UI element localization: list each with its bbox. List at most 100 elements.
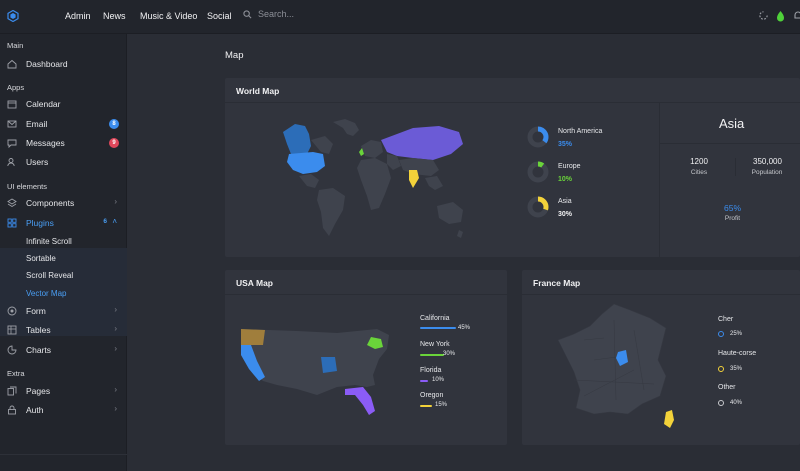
usa-legend-bar-oregon [420,405,432,407]
search-box[interactable] [243,9,378,19]
submenu-sortable[interactable]: Sortable [26,254,56,263]
bell-icon[interactable] [793,10,800,21]
usa-legend-pct-new-york: 30% [443,351,456,357]
stats-region-title: Asia [719,116,745,131]
card-divider [225,294,507,295]
europe-donut [527,161,549,183]
submenu-vector-map[interactable]: Vector Map [26,289,66,298]
region-label-north-america: North America [558,128,603,135]
usa-legend-bar-new-york [420,354,444,356]
nav-news[interactable]: News [103,11,126,21]
sidebar-item-dashboard[interactable]: Dashboard [0,55,127,73]
sidebar-item-form[interactable]: Form › [0,302,127,320]
ring-marker-icon [718,366,724,372]
card-title: World Map [236,86,280,96]
sidebar-item-calendar[interactable]: Calendar [0,95,127,113]
stat-cities-value: 1200 [690,157,708,166]
usa-vector-map[interactable] [237,325,397,420]
chevron-up-icon: ˄ [112,217,117,226]
nav-admin[interactable]: Admin [65,11,91,21]
search-input[interactable] [258,9,378,19]
section-label-apps: Apps [7,83,25,92]
page-title: Map [225,50,244,61]
sidebar-item-label: Charts [26,345,52,355]
email-count-badge: 8 [109,119,119,129]
refresh-icon[interactable] [758,10,769,21]
chevron-right-icon: › [114,197,117,206]
sidebar-item-pages[interactable]: Pages › [0,382,127,400]
circle-target-icon [7,306,17,316]
chat-icon [7,139,17,148]
sidebar-item-plugins[interactable]: Plugins 6 ˄ [0,214,127,232]
sidebar-item-label: Components [26,198,75,208]
sidebar-item-charts[interactable]: Charts › [0,341,127,359]
stat-population-label: Population [751,169,783,176]
layers-icon [7,198,17,208]
world-map-card: World Map North America 35% Europe 10% A… [225,78,800,257]
usa-legend-bar-florida [420,380,428,382]
sidebar-item-messages[interactable]: Messages 9 [0,134,127,152]
region-label-asia: Asia [558,198,572,205]
usa-legend-name-florida: Florida [420,367,442,374]
sidebar-item-users[interactable]: Users [0,153,127,171]
hexagon-logo-icon[interactable] [7,10,19,22]
nav-social[interactable]: Social [207,11,232,21]
sidebar-item-label: Form [26,306,46,316]
card-divider [225,102,800,103]
france-vector-map[interactable] [554,300,684,430]
card-title: France Map [533,278,581,288]
chevron-right-icon: › [114,305,117,314]
france-map-card: France Map Cher 25% Haute-corse 35% Othe… [522,270,800,445]
ring-marker-icon [718,331,724,337]
usa-legend-pct-california: 45% [458,325,471,331]
search-icon [243,9,252,18]
sidebar-item-label: Plugins [26,218,54,228]
france-legend-name-cher: Cher [718,316,734,323]
sidebar-item-label: Messages [26,138,65,148]
nav-music-video[interactable]: Music & Video [140,11,197,21]
france-legend-name-haute-corse: Haute-corse [718,350,757,357]
france-legend-pct-cher: 25% [730,331,743,337]
chevron-right-icon: › [114,344,117,353]
stat-population-value: 350,000 [753,157,782,166]
chevron-right-icon: › [114,324,117,333]
top-bar: Admin News Music & Video Social [0,0,800,34]
region-pct-europe: 10% [558,176,573,183]
sidebar-item-label: Tables [26,325,51,335]
section-label-ui-elements: UI elements [7,182,48,191]
region-pct-north-america: 35% [558,141,573,148]
sidebar-item-label: Email [26,119,48,129]
table-icon [7,325,17,335]
sidebar-item-tables[interactable]: Tables › [0,321,127,339]
world-vector-map[interactable] [263,114,473,244]
submenu-infinite-scroll[interactable]: Infinite Scroll [26,237,72,246]
france-legend-name-other: Other [718,384,736,391]
home-icon [7,59,17,69]
france-legend-pct-haute-corse: 35% [730,366,743,372]
sidebar-item-label: Calendar [26,99,61,109]
sidebar: Main Dashboard Apps Calendar Email 8 Mes… [0,34,127,471]
usa-legend-pct-florida: 10% [432,377,445,383]
plugins-count-badge: 6 [103,218,107,225]
stat-cities-label: Cities [690,169,708,176]
messages-count-badge: 9 [109,138,119,148]
stat-divider [735,158,736,176]
usa-legend-name-oregon: Oregon [420,392,444,399]
calendar-icon [7,100,17,109]
sidebar-item-email[interactable]: Email 8 [0,115,127,133]
usa-legend-bar-california [420,327,456,329]
sidebar-item-auth[interactable]: Auth › [0,401,127,419]
usa-legend-name-new-york: New York [420,341,450,348]
sidebar-divider [0,454,127,455]
section-label-main: Main [7,41,24,50]
status-dot-icon [777,11,784,22]
submenu-scroll-reveal[interactable]: Scroll Reveal [26,271,73,280]
sidebar-item-label: Dashboard [26,59,68,69]
sidebar-item-components[interactable]: Components › [0,194,127,212]
ring-marker-icon [718,400,724,406]
card-title: USA Map [236,278,273,288]
sidebar-item-label: Auth [26,405,44,415]
region-pct-asia: 30% [558,211,573,218]
usa-map-card: USA Map California 45% New York 30% Flor… [225,270,507,445]
card-divider [522,294,800,295]
